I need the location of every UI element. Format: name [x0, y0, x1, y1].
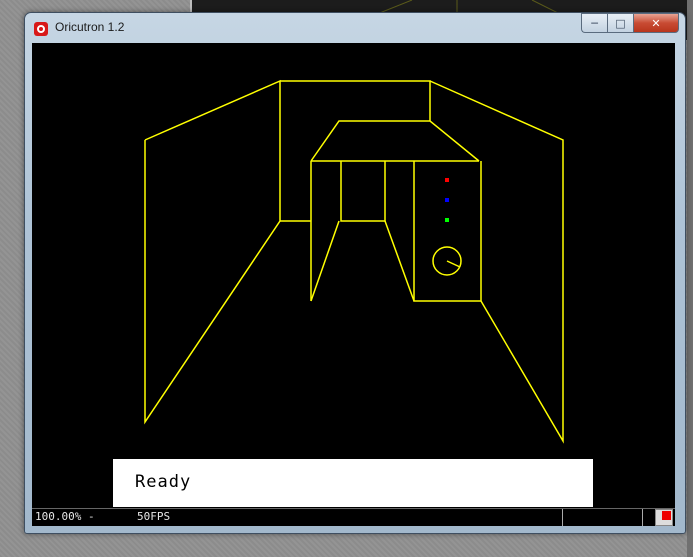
status-bar: 100.00% - 50FPS — [32, 508, 675, 526]
green-indicator — [445, 218, 449, 222]
title-bar[interactable]: Oricutron 1.2 ─ □ ✕ — [25, 13, 685, 43]
minimize-button[interactable]: ─ — [581, 13, 607, 33]
status-divider — [562, 509, 563, 526]
resize-grip-icon[interactable] — [655, 509, 673, 526]
red-indicator — [445, 178, 449, 182]
right-wall — [429, 80, 564, 444]
close-button[interactable]: ✕ — [633, 13, 679, 33]
emulator-window: Oricutron 1.2 ─ □ ✕ Ready 100.00% - 50FP… — [24, 12, 686, 534]
status-box: Ready — [113, 459, 593, 507]
corridor-wireframe — [144, 79, 564, 444]
blue-indicator — [445, 198, 449, 202]
status-text: Ready — [135, 472, 192, 492]
maximize-button[interactable]: □ — [607, 13, 633, 33]
ceiling-beam — [280, 80, 431, 121]
desktop-edge — [687, 0, 693, 557]
inner-ceiling — [310, 120, 480, 162]
left-wall — [144, 79, 281, 425]
emulator-screen[interactable]: Ready — [32, 43, 675, 508]
oricutron-icon — [34, 22, 48, 36]
status-divider — [642, 509, 643, 526]
fps-readout: 50FPS — [137, 510, 171, 523]
window-title: Oricutron 1.2 — [55, 20, 125, 34]
caption-buttons: ─ □ ✕ — [581, 13, 679, 33]
minimize-icon: ─ — [591, 16, 598, 30]
close-icon: ✕ — [651, 16, 661, 30]
zoom-readout: 100.00% - — [35, 510, 95, 523]
maximize-icon: □ — [615, 16, 626, 30]
far-doorway — [340, 161, 386, 222]
